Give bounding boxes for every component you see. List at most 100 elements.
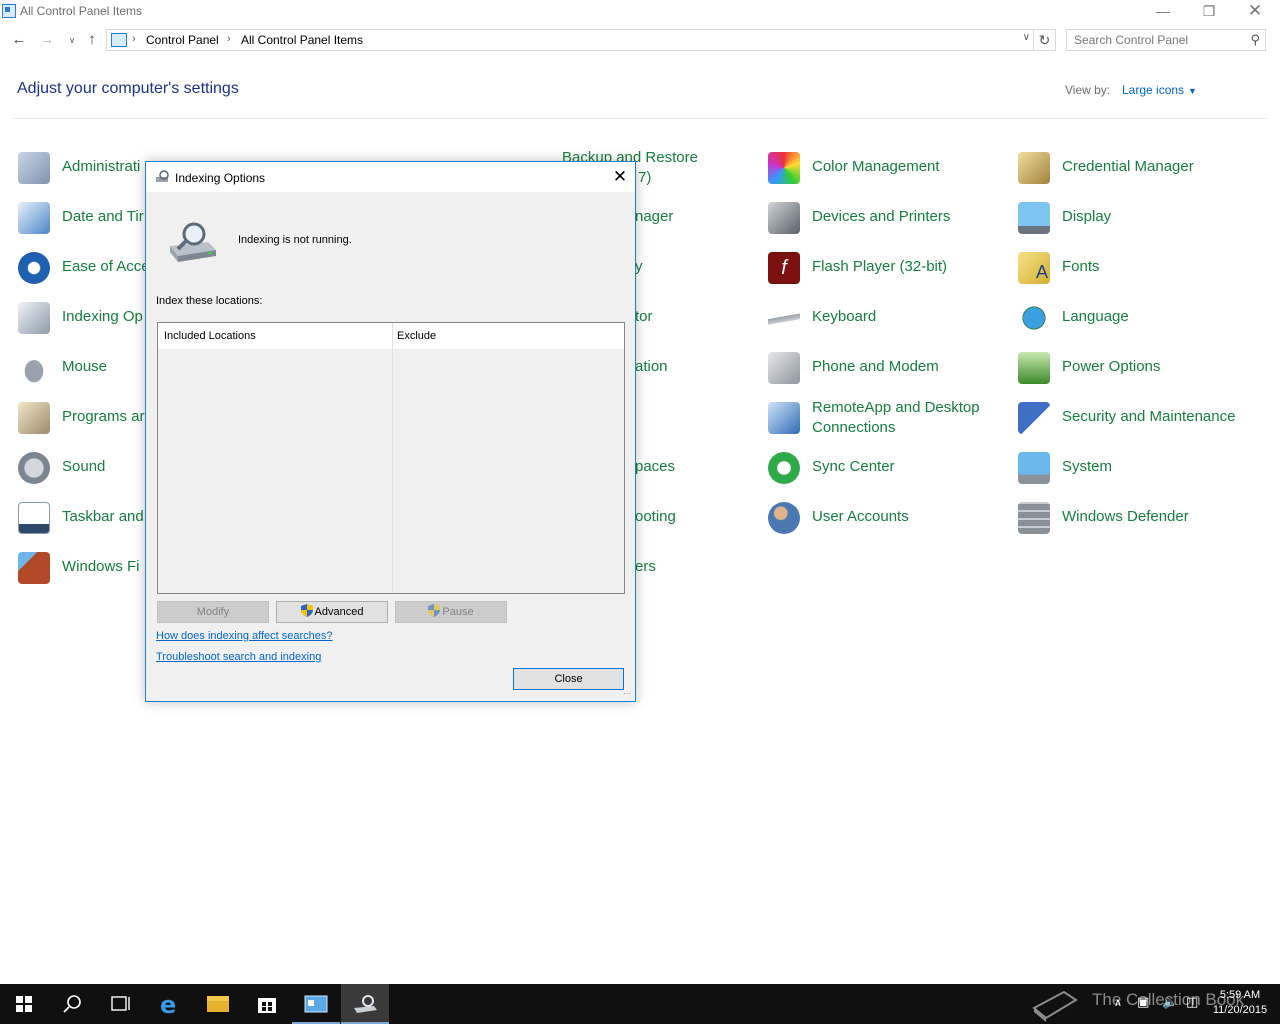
taskbar-store[interactable] [243, 984, 291, 1024]
item-label[interactable]: ers [635, 558, 656, 575]
resize-grip-icon[interactable]: ⋯ [623, 689, 633, 699]
search-input[interactable] [1067, 30, 1237, 50]
item-fonts[interactable]: A Fonts [1018, 248, 1268, 288]
breadcrumb-all-items[interactable]: All Control Panel Items [241, 33, 363, 47]
item-label[interactable]: Flash Player (32-bit) [812, 258, 947, 275]
item-label[interactable]: Display [1062, 208, 1111, 225]
item-devices-and-printers[interactable]: Devices and Printers [768, 198, 1008, 238]
breadcrumb-separator-icon[interactable]: › [132, 33, 136, 45]
advanced-button[interactable]: Advanced [276, 601, 388, 623]
item-flash-player[interactable]: f Flash Player (32-bit) [768, 248, 1008, 288]
pause-button-label[interactable]: Pause [442, 606, 473, 618]
forward-arrow-icon[interactable]: → [37, 30, 57, 50]
item-date-and-time[interactable]: Date and Tir [18, 198, 148, 238]
dialog-titlebar[interactable]: Indexing Options ✕ [146, 162, 635, 192]
item-label[interactable]: ooting [635, 508, 676, 525]
start-button[interactable] [0, 984, 48, 1024]
item-label[interactable]: nager [635, 208, 673, 225]
back-arrow-icon[interactable]: ← [9, 30, 29, 50]
clock-time[interactable]: 5:59 AM [1210, 988, 1270, 1003]
item-label[interactable]: ation [635, 358, 668, 375]
breadcrumb-control-panel[interactable]: Control Panel [146, 33, 219, 47]
troubleshoot-link[interactable]: Troubleshoot search and indexing [156, 651, 321, 663]
item-power-options[interactable]: Power Options [1018, 348, 1268, 388]
item-label[interactable]: Indexing Op [62, 308, 143, 325]
view-by-value[interactable]: Large icons [1122, 83, 1184, 97]
recent-locations-chevron-icon[interactable]: ∨ [62, 30, 82, 50]
item-label[interactable]: User Accounts [812, 508, 909, 525]
item-language[interactable]: Language [1018, 298, 1268, 338]
action-center-icon[interactable]: ◫ [1186, 994, 1198, 1010]
item-label[interactable]: Color Management [812, 158, 940, 175]
column-included-locations[interactable]: Included Locations [164, 330, 256, 342]
item-label[interactable]: paces [635, 458, 675, 475]
item-label[interactable]: Administrati [62, 158, 140, 175]
item-mouse[interactable]: Mouse [18, 348, 148, 388]
item-label[interactable]: tor [635, 308, 653, 325]
modify-button[interactable]: Modify [157, 601, 269, 623]
item-security-and-maintenance[interactable]: Security and Maintenance [1018, 398, 1268, 438]
item-label[interactable]: Devices and Printers [812, 208, 950, 225]
item-label[interactable]: Taskbar and [62, 508, 144, 525]
item-ease-of-access[interactable]: Ease of Acce [18, 248, 150, 288]
item-label[interactable]: System [1062, 458, 1112, 475]
indexing-help-link[interactable]: How does indexing affect searches? [156, 630, 333, 642]
address-bar[interactable]: › Control Panel › All Control Panel Item… [106, 29, 1034, 51]
item-display[interactable]: Display [1018, 198, 1268, 238]
item-label[interactable]: RemoteApp and Desktop Connections [812, 398, 1012, 438]
item-label[interactable]: y [635, 258, 643, 275]
pause-button[interactable]: Pause [395, 601, 507, 623]
item-label[interactable]: Programs ar [62, 408, 145, 425]
item-sound[interactable]: Sound [18, 448, 148, 488]
taskbar-indexing-options[interactable] [341, 984, 389, 1024]
chevron-down-icon[interactable]: ∨ [1023, 32, 1030, 43]
advanced-button-label[interactable]: Advanced [315, 606, 364, 618]
item-phone-and-modem[interactable]: Phone and Modem [768, 348, 1008, 388]
taskbar-file-explorer[interactable] [194, 984, 242, 1024]
item-sync-center[interactable]: Sync Center [768, 448, 1008, 488]
search-icon[interactable]: ⚲ [1250, 32, 1260, 48]
item-color-management[interactable]: Color Management [768, 148, 1008, 188]
caret-down-icon[interactable]: ▼ [1188, 86, 1197, 96]
column-separator[interactable] [392, 323, 393, 593]
item-indexing-options[interactable]: Indexing Op [18, 298, 148, 338]
close-button[interactable]: Close [513, 668, 624, 690]
item-user-accounts[interactable]: User Accounts [768, 498, 1008, 538]
item-windows-defender[interactable]: Windows Defender [1018, 498, 1268, 538]
clock-date[interactable]: 11/20/2015 [1210, 1003, 1270, 1018]
taskbar-search-button[interactable] [48, 984, 96, 1024]
show-hidden-icons-chevron-icon[interactable]: ∧ [1114, 996, 1122, 1009]
item-label[interactable]: Sync Center [812, 458, 895, 475]
item-label[interactable]: Keyboard [812, 308, 876, 325]
column-exclude[interactable]: Exclude [397, 330, 436, 342]
locations-table[interactable]: Included Locations Exclude [157, 322, 625, 594]
refresh-icon[interactable]: ↻ [1034, 29, 1056, 51]
item-label[interactable]: Date and Tir [62, 208, 144, 225]
item-label[interactable]: Fonts [1062, 258, 1100, 275]
volume-muted-icon[interactable]: 🔈 [1162, 994, 1178, 1010]
taskbar-edge[interactable]: e [146, 984, 194, 1024]
close-window-button[interactable]: ✕ [1232, 0, 1278, 24]
item-label[interactable]: Power Options [1062, 358, 1160, 375]
restore-button[interactable]: ❐ [1186, 0, 1232, 24]
item-credential-manager[interactable]: Credential Manager [1018, 148, 1268, 188]
search-box[interactable]: ⚲ [1066, 29, 1266, 51]
task-view-button[interactable] [96, 984, 144, 1024]
item-label[interactable]: Windows Fi [62, 558, 140, 575]
item-system[interactable]: System [1018, 448, 1268, 488]
dialog-close-icon[interactable]: ✕ [606, 165, 634, 189]
item-label[interactable]: Security and Maintenance [1062, 408, 1235, 425]
item-label[interactable]: Credential Manager [1062, 158, 1194, 175]
item-remoteapp[interactable]: RemoteApp and Desktop Connections [768, 398, 1008, 438]
up-arrow-icon[interactable]: ↑ [82, 30, 102, 50]
item-label[interactable]: Sound [62, 458, 105, 475]
item-label[interactable]: Windows Defender [1062, 508, 1189, 525]
item-keyboard[interactable]: Keyboard [768, 298, 1008, 338]
item-administrative-tools[interactable]: Administrati [18, 148, 148, 188]
taskbar-control-panel[interactable] [292, 984, 340, 1024]
breadcrumb-separator-icon[interactable]: › [227, 33, 231, 45]
item-programs-and-features[interactable]: Programs ar [18, 398, 148, 438]
view-by-dropdown[interactable]: Large icons ▼ [1122, 83, 1197, 97]
minimize-button[interactable]: — [1140, 0, 1186, 24]
item-taskbar-and-navigation[interactable]: Taskbar and [18, 498, 148, 538]
